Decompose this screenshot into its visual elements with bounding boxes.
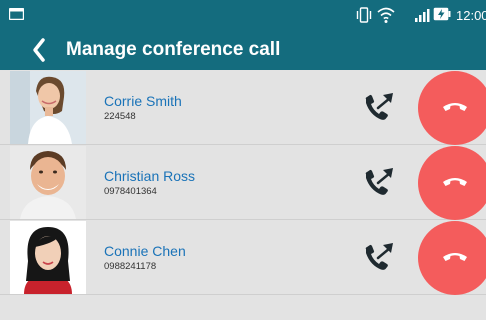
vibrate-icon — [356, 7, 372, 23]
private-call-icon[interactable] — [360, 165, 400, 201]
chevron-left-icon[interactable] — [30, 37, 48, 63]
participant-number: 0988241178 — [104, 261, 157, 272]
participant-list: Corrie Smith 224548 Christian Ross 09784… — [0, 70, 486, 295]
avatar — [10, 221, 86, 294]
status-time: 12:00 — [456, 8, 486, 23]
end-call-icon — [443, 178, 467, 186]
end-call-icon — [443, 253, 467, 261]
participant-row: Connie Chen 0988241178 — [0, 220, 486, 295]
avatar — [10, 71, 86, 144]
end-call-button[interactable] — [418, 146, 486, 220]
notification-icon — [9, 8, 24, 20]
participant-row: Christian Ross 0978401364 — [0, 145, 486, 220]
participant-row: Corrie Smith 224548 — [0, 70, 486, 145]
participant-number: 0978401364 — [104, 186, 157, 197]
app-bar: Manage conference call — [0, 32, 486, 70]
participant-name: Christian Ross — [104, 168, 196, 184]
end-call-icon — [443, 103, 467, 111]
page-title: Manage conference call — [66, 39, 281, 60]
participant-name: Connie Chen — [104, 243, 186, 259]
end-call-button[interactable] — [418, 71, 486, 145]
private-call-icon[interactable] — [360, 240, 400, 276]
battery-charging-icon — [433, 7, 451, 21]
private-call-icon[interactable] — [360, 90, 400, 126]
wifi-icon — [377, 7, 395, 23]
participant-number: 224548 — [104, 111, 136, 122]
avatar — [10, 146, 86, 219]
participant-name: Corrie Smith — [104, 93, 182, 109]
footer-area — [0, 296, 486, 320]
status-bar: 12:00 — [0, 0, 486, 32]
signal-icon — [415, 9, 430, 22]
end-call-button[interactable] — [418, 221, 486, 295]
